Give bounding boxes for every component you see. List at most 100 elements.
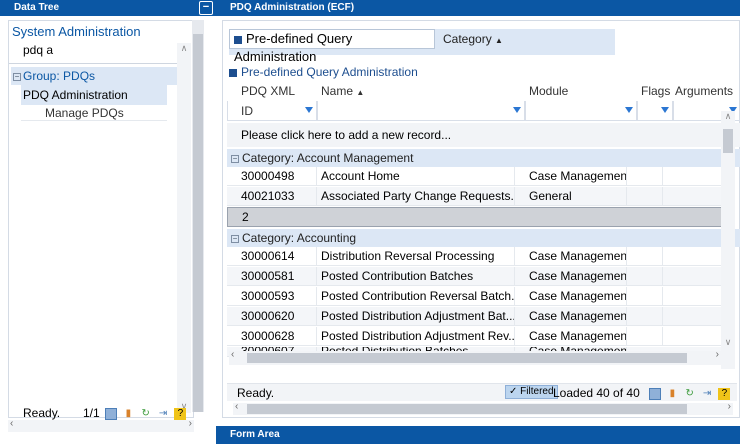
loaded-count-text: Loaded 40 of 40	[553, 386, 640, 400]
group-row-account-management[interactable]: − Category: Account Management	[227, 149, 740, 167]
filter-cell-name[interactable]	[317, 101, 525, 121]
group-by-category[interactable]: Category ▲	[443, 30, 503, 50]
group-summary-row: 2	[227, 207, 731, 227]
cell-flags	[627, 247, 663, 266]
scroll-up-icon[interactable]: ∧	[177, 43, 191, 55]
tree-item-manage-pdqs[interactable]: Manage PDQs	[21, 105, 167, 121]
scroll-right-icon[interactable]: ›	[728, 401, 731, 412]
table-row[interactable]: 30000620 Posted Distribution Adjustment …	[227, 307, 731, 326]
filter-cell-flags[interactable]	[637, 101, 673, 121]
refresh-icon[interactable]: ↻	[140, 408, 152, 420]
pane-horizontal-scrollbar[interactable]: ‹ ›	[233, 401, 733, 415]
left-panel-scrollbar[interactable]	[192, 20, 204, 412]
filtered-badge[interactable]: ✓ Filtered	[505, 385, 558, 399]
filter-icon[interactable]	[661, 107, 669, 113]
cell-flags	[627, 267, 663, 286]
help-icon[interactable]: ?	[718, 387, 731, 400]
refresh-icon[interactable]: ↻	[684, 388, 696, 400]
cell-name: Posted Contribution Reversal Batch...	[307, 287, 515, 306]
cell-name: Posted Contribution Batches	[307, 267, 515, 286]
tree-group-label: Group: PDQs	[23, 69, 96, 83]
filter-row	[227, 101, 740, 121]
grid-view-icon[interactable]	[105, 407, 118, 420]
export-icon[interactable]: ⇥	[157, 408, 169, 420]
cell-id: 30000620	[227, 307, 317, 326]
scroll-up-icon[interactable]: ∧	[721, 111, 735, 123]
tree-group-pdqs[interactable]: − Group: PDQs	[11, 67, 177, 85]
table-row[interactable]: 30000628 Posted Distribution Adjustment …	[227, 327, 731, 346]
data-tree-header: Data Tree −	[0, 0, 216, 16]
column-header-flags[interactable]: Flags	[627, 81, 670, 103]
filter-icon[interactable]	[625, 107, 633, 113]
scroll-left-icon[interactable]: ‹	[231, 349, 234, 360]
tree-vertical-scrollbar[interactable]: ∧ ∨	[177, 43, 191, 413]
cell-flags	[627, 167, 663, 186]
group-label: Category: Account Management	[242, 151, 414, 165]
help-icon[interactable]: ?	[174, 407, 187, 420]
column-header-label: Module	[529, 84, 569, 98]
tree-item-pdq-administration[interactable]: PDQ Administration	[21, 85, 167, 105]
column-header-name[interactable]: Name ▲	[307, 81, 515, 103]
table-row[interactable]: 30000498 Account Home Case Management	[227, 167, 731, 186]
pdq-grid: PDQ XML ID Name ▲ Module Flags Arguments…	[227, 81, 740, 371]
cell-id: 30000628	[227, 327, 317, 346]
filter-cell-module[interactable]	[525, 101, 637, 121]
export-icon[interactable]: ⇥	[701, 388, 713, 400]
scrollbar-thumb[interactable]	[247, 353, 687, 363]
column-header-label: Name	[321, 84, 354, 98]
cell-flags	[627, 327, 663, 346]
collapse-icon[interactable]: −	[199, 1, 213, 15]
collapse-group-icon[interactable]: −	[231, 154, 239, 163]
tab-bar: Pre-defined Query Administration Categor…	[229, 29, 615, 64]
filter-cell-id[interactable]	[227, 101, 317, 121]
scrollbar-thumb[interactable]	[247, 404, 687, 414]
cell-id: 30000581	[227, 267, 317, 286]
sort-ascending-icon: ▲	[356, 88, 365, 97]
scroll-left-icon[interactable]: ‹	[10, 418, 13, 429]
table-row[interactable]: 30000593 Posted Contribution Reversal Ba…	[227, 287, 731, 306]
tree-root-label[interactable]: System Administration	[12, 24, 141, 39]
grid-vertical-scrollbar[interactable]: ∧ ∨	[721, 111, 735, 369]
tree-horizontal-scrollbar[interactable]: ‹ ›	[8, 418, 194, 432]
group-by-label: Category	[443, 32, 492, 46]
page-count-text: 1/1	[83, 406, 100, 420]
chart-icon[interactable]: ▮	[666, 388, 678, 400]
column-header-pdq-xml-id[interactable]: PDQ XML ID	[227, 81, 307, 118]
cell-id: 30000593	[227, 287, 317, 306]
tab-pre-defined-query-administration[interactable]: Pre-defined Query Administration	[229, 29, 435, 64]
table-row[interactable]: 30000581 Posted Contribution Batches Cas…	[227, 267, 731, 286]
table-row[interactable]: 40021033 Associated Party Change Request…	[227, 187, 731, 206]
scrollbar-thumb[interactable]	[723, 129, 733, 153]
filter-icon[interactable]	[305, 107, 313, 113]
chart-icon[interactable]: ▮	[122, 408, 134, 420]
collapse-node-icon[interactable]: −	[13, 72, 21, 81]
add-new-record-row[interactable]: Please click here to add a new record...	[227, 123, 740, 147]
cell-flags	[627, 187, 663, 206]
group-row-accounting[interactable]: − Category: Accounting	[227, 229, 740, 247]
section-title: Pre-defined Query Administration	[229, 65, 418, 79]
table-row[interactable]: 30000614 Distribution Reversal Processin…	[227, 247, 731, 266]
cell-name: Account Home	[307, 167, 515, 186]
tab-label: Pre-defined Query Administration	[234, 31, 353, 64]
column-header-label: Arguments	[675, 84, 734, 98]
cell-id: 40021033	[227, 187, 317, 206]
form-area-header[interactable]: Form Area	[216, 426, 740, 444]
filter-check-icon: ✓	[509, 386, 518, 397]
cell-module: General	[515, 187, 627, 206]
scrollbar-thumb[interactable]	[193, 34, 203, 412]
grid-view-icon[interactable]	[649, 387, 661, 400]
scroll-down-icon[interactable]: ∨	[721, 337, 735, 349]
column-header-arguments[interactable]: Arguments	[663, 81, 740, 103]
scroll-right-icon[interactable]: ›	[189, 418, 192, 429]
filter-icon[interactable]	[513, 107, 521, 113]
cell-module: Case Management	[515, 307, 627, 326]
collapse-group-icon[interactable]: −	[231, 234, 239, 243]
column-header-module[interactable]: Module	[515, 81, 629, 103]
scroll-left-icon[interactable]: ‹	[235, 401, 238, 412]
scroll-right-icon[interactable]: ›	[716, 349, 719, 360]
tree-search-input[interactable]: pdq a	[23, 43, 53, 57]
grid-horizontal-scrollbar[interactable]: ‹ ›	[229, 349, 721, 365]
pdq-administration-header: PDQ Administration (ECF)	[216, 0, 740, 16]
cell-id: 30000614	[227, 247, 317, 266]
cell-module: Case Management	[515, 267, 627, 286]
